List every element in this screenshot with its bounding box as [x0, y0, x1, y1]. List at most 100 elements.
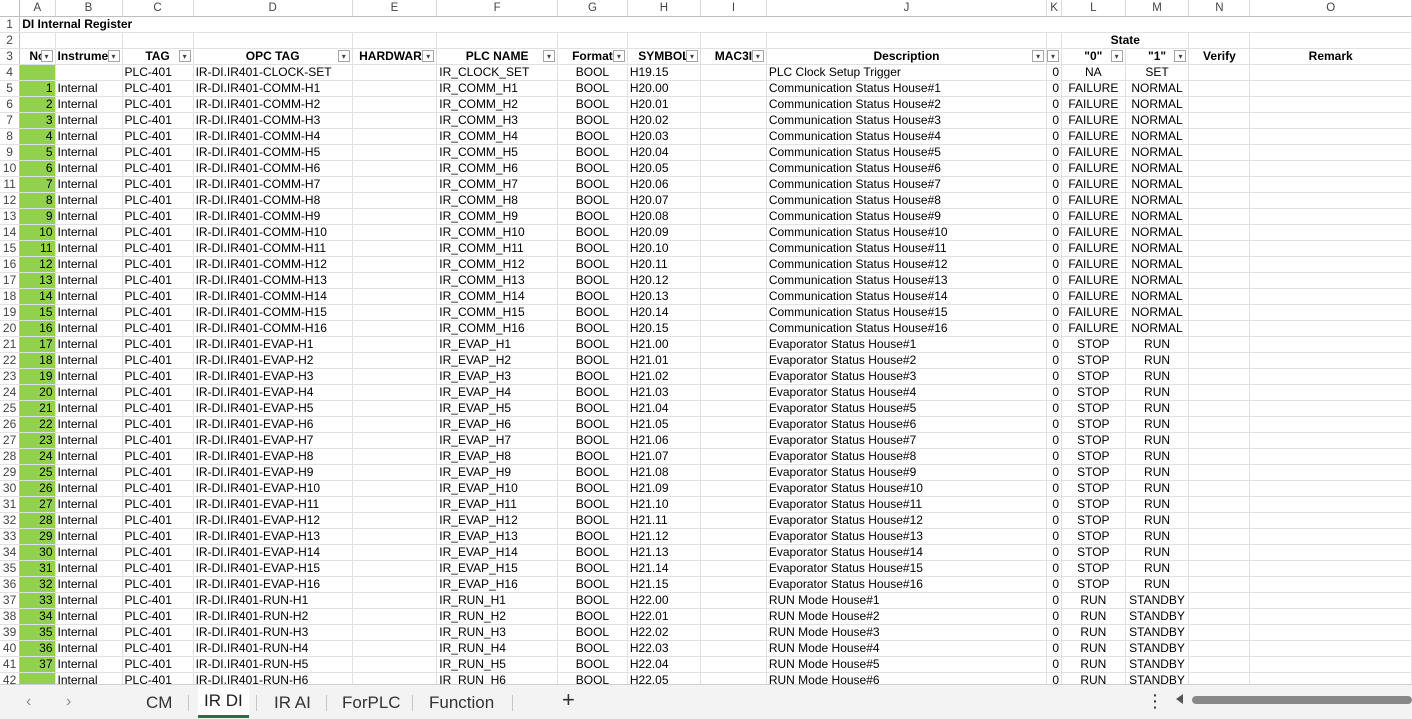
cell-verify[interactable]: [1188, 192, 1251, 209]
table-row[interactable]: 10 6 Internal PLC-401 IR-DI.IR401-COMM-H6 IR_…: [0, 160, 1412, 177]
cell-verify[interactable]: [1188, 144, 1251, 161]
cell-plc[interactable]: IR_RUN_H2: [436, 608, 559, 625]
cell-fmt[interactable]: BOOL: [557, 128, 628, 145]
cell-opc[interactable]: IR-DI.IR401-COMM-H4: [193, 128, 353, 145]
cell-remark[interactable]: [1249, 512, 1412, 529]
cell-type[interactable]: Internal: [55, 528, 123, 545]
header-cell[interactable]: OPC TAG ▾: [193, 48, 353, 65]
cell-type[interactable]: Internal: [55, 368, 123, 385]
cell-s1[interactable]: NORMAL: [1125, 240, 1190, 257]
sheet-title[interactable]: DI Internal Register: [19, 16, 1412, 33]
cell-k[interactable]: 0: [1046, 512, 1063, 529]
cell-opc[interactable]: IR-DI.IR401-EVAP-H2: [193, 352, 353, 369]
cell-type[interactable]: Internal: [55, 656, 123, 673]
cell-mac[interactable]: [700, 480, 767, 497]
cell-type[interactable]: Internal: [55, 576, 123, 593]
cell-tag[interactable]: PLC-401: [122, 384, 194, 401]
cell-n[interactable]: 19: [19, 368, 56, 385]
cell-hw[interactable]: [352, 592, 438, 609]
cell-s0[interactable]: STOP: [1061, 528, 1126, 545]
cell-hw[interactable]: [352, 416, 438, 433]
cell-opc[interactable]: IR-DI.IR401-COMM-H1: [193, 80, 353, 97]
cell-mac[interactable]: [700, 448, 767, 465]
cell-type[interactable]: Internal: [55, 560, 123, 577]
cell-plc[interactable]: IR_EVAP_H4: [436, 384, 559, 401]
cell-type[interactable]: Internal: [55, 448, 123, 465]
cell-s1[interactable]: NORMAL: [1125, 272, 1190, 289]
column-header[interactable]: G: [557, 0, 628, 17]
cell-plc[interactable]: IR_EVAP_H2: [436, 352, 559, 369]
cell-hw[interactable]: [352, 448, 438, 465]
cell-mac[interactable]: [700, 384, 767, 401]
cell-plc[interactable]: IR_COMM_H2: [436, 96, 559, 113]
cell-hw[interactable]: [352, 400, 438, 417]
cell-verify[interactable]: [1188, 336, 1251, 353]
cell-desc[interactable]: Communication Status House#6: [766, 160, 1048, 177]
table-row[interactable]: 4 PLC-401 IR-DI.IR401-CLOCK-SET IR_CLOCK_SE…: [0, 64, 1412, 81]
cell-s0[interactable]: FAILURE: [1061, 144, 1126, 161]
cell-mac[interactable]: [700, 176, 767, 193]
cell-sym[interactable]: H21.12: [627, 528, 702, 545]
cell-plc[interactable]: IR_RUN_H6: [436, 672, 559, 684]
cell-fmt[interactable]: BOOL: [557, 448, 628, 465]
cell-opc[interactable]: IR-DI.IR401-COMM-H2: [193, 96, 353, 113]
header-cell[interactable]: Instrument ▾: [55, 48, 123, 65]
cell-hw[interactable]: [352, 560, 438, 577]
cell-mac[interactable]: [700, 208, 767, 225]
table-row[interactable]: 38 34 Internal PLC-401 IR-DI.IR401-RUN-H2 IR_…: [0, 608, 1412, 625]
table-row[interactable]: 32 28 Internal PLC-401 IR-DI.IR401-EVAP-H12 I…: [0, 512, 1412, 529]
cell-tag[interactable]: PLC-401: [122, 304, 194, 321]
cell-remark[interactable]: [1249, 432, 1412, 449]
row-header[interactable]: 38: [0, 608, 21, 625]
add-sheet-button[interactable]: +: [562, 687, 575, 713]
cell-verify[interactable]: [1188, 528, 1251, 545]
cell-tag[interactable]: PLC-401: [122, 672, 194, 684]
cell-fmt[interactable]: BOOL: [557, 432, 628, 449]
cell-n[interactable]: 4: [19, 128, 56, 145]
cell-remark[interactable]: [1249, 256, 1412, 273]
cell-type[interactable]: Internal: [55, 96, 123, 113]
cell-s1[interactable]: RUN: [1125, 576, 1190, 593]
cell-hw[interactable]: [352, 192, 438, 209]
cell-plc[interactable]: IR_RUN_H3: [436, 624, 559, 641]
cell-s0[interactable]: FAILURE: [1061, 288, 1126, 305]
cell-sym[interactable]: H20.08: [627, 208, 702, 225]
filter-dropdown-icon[interactable]: ▾: [422, 50, 435, 62]
cell-type[interactable]: Internal: [55, 464, 123, 481]
cell-plc[interactable]: IR_RUN_H4: [436, 640, 559, 657]
cell-k[interactable]: 0: [1046, 272, 1063, 289]
cell-verify[interactable]: [1188, 384, 1251, 401]
cell-s0[interactable]: RUN: [1061, 672, 1126, 684]
cell-plc[interactable]: IR_CLOCK_SET: [436, 64, 559, 81]
cell-plc[interactable]: IR_EVAP_H13: [436, 528, 559, 545]
cell-sym[interactable]: H22.00: [627, 592, 702, 609]
cell-hw[interactable]: [352, 272, 438, 289]
cell-s0[interactable]: STOP: [1061, 368, 1126, 385]
cell-s0[interactable]: RUN: [1061, 640, 1126, 657]
cell-tag[interactable]: PLC-401: [122, 112, 194, 129]
cell-mac[interactable]: [700, 224, 767, 241]
cell-k[interactable]: 0: [1046, 640, 1063, 657]
cell-sym[interactable]: H21.10: [627, 496, 702, 513]
cell-type[interactable]: Internal: [55, 512, 123, 529]
cell-hw[interactable]: [352, 464, 438, 481]
cell-verify[interactable]: [1188, 208, 1251, 225]
cell-opc[interactable]: IR-DI.IR401-COMM-H9: [193, 208, 353, 225]
cell-sym[interactable]: H21.08: [627, 464, 702, 481]
column-header[interactable]: O: [1249, 0, 1412, 17]
filter-dropdown-icon[interactable]: ▾: [1047, 50, 1060, 62]
table-row[interactable]: 15 11 Internal PLC-401 IR-DI.IR401-COMM-H11 I…: [0, 240, 1412, 257]
cell-s0[interactable]: FAILURE: [1061, 80, 1126, 97]
cell-plc[interactable]: IR_EVAP_H7: [436, 432, 559, 449]
filter-dropdown-icon[interactable]: ▾: [751, 50, 764, 62]
cell-hw[interactable]: [352, 672, 438, 684]
column-header[interactable]: F: [436, 0, 559, 17]
cell-plc[interactable]: IR_EVAP_H1: [436, 336, 559, 353]
table-row[interactable]: 41 37 Internal PLC-401 IR-DI.IR401-RUN-H5 IR_…: [0, 656, 1412, 673]
cell-sym[interactable]: H21.13: [627, 544, 702, 561]
cell-hw[interactable]: [352, 624, 438, 641]
cell-mac[interactable]: [700, 352, 767, 369]
cell-type[interactable]: Internal: [55, 352, 123, 369]
cell-type[interactable]: [55, 64, 123, 81]
cell-opc[interactable]: IR-DI.IR401-EVAP-H10: [193, 480, 353, 497]
